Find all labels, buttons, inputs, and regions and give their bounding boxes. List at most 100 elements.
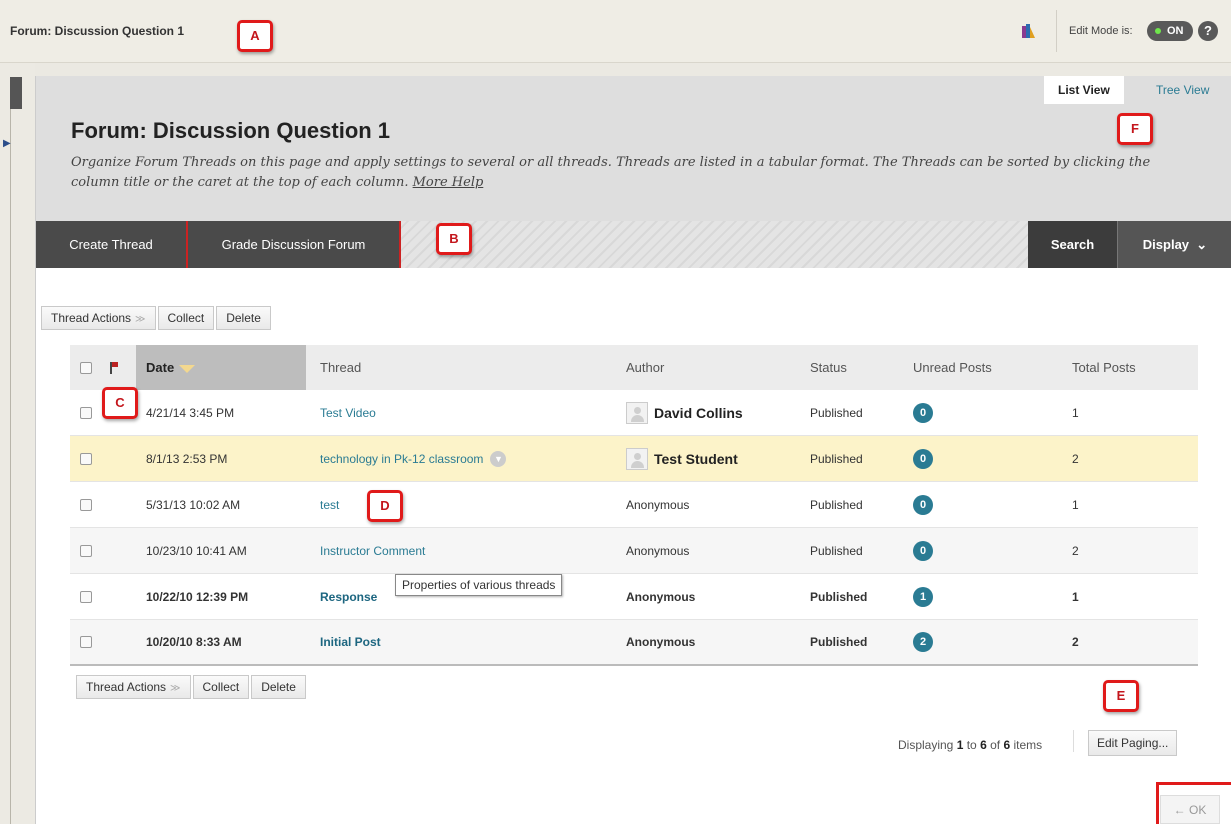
unread-count-badge[interactable]: 0 xyxy=(913,494,933,515)
row-status: Published xyxy=(810,405,863,420)
row-total-posts: 2 xyxy=(1072,635,1079,649)
callout-marker-b: B xyxy=(436,223,472,255)
thread-link[interactable]: Response xyxy=(320,574,377,619)
paging-of-word: of xyxy=(986,738,1004,752)
thread-link[interactable]: Initial Post xyxy=(320,620,381,664)
thread-link[interactable]: technology in Pk-12 classroom xyxy=(320,452,483,466)
row-checkbox[interactable] xyxy=(80,590,92,603)
top-bar: Forum: Discussion Question 1 Edit Mode i… xyxy=(0,0,1231,63)
delete-button[interactable]: Delete xyxy=(216,306,271,330)
chevron-down-icon: ≫ xyxy=(170,683,181,694)
row-status: Published xyxy=(810,635,868,649)
row-status: Published xyxy=(810,589,868,604)
table-row: 10/22/10 12:39 PM Response Anonymous Pub… xyxy=(70,574,1198,620)
row-status: Published xyxy=(810,497,863,512)
tab-tree-view[interactable]: Tree View xyxy=(1142,76,1223,104)
unread-count-badge[interactable]: 0 xyxy=(913,402,933,423)
edit-mode-toggle[interactable]: ON xyxy=(1147,21,1193,41)
row-date: 10/22/10 12:39 PM xyxy=(146,589,249,604)
table-row: 8/1/13 2:53 PM technology in Pk-12 class… xyxy=(70,436,1198,482)
delete-button[interactable]: Delete xyxy=(251,675,306,699)
row-checkbox[interactable] xyxy=(80,636,92,648)
column-author[interactable]: Author xyxy=(626,345,664,390)
menu-collapse-handle[interactable] xyxy=(10,77,22,109)
sort-caret-icon[interactable] xyxy=(179,364,196,373)
row-total-posts: 1 xyxy=(1072,497,1079,512)
row-total-posts: 1 xyxy=(1072,589,1079,604)
chevron-down-icon: ≫ xyxy=(135,314,146,325)
row-checkbox[interactable] xyxy=(80,406,92,419)
row-checkbox[interactable] xyxy=(80,544,92,557)
row-author: Anonymous xyxy=(626,543,690,558)
column-thread[interactable]: Thread xyxy=(320,345,361,390)
row-checkbox[interactable] xyxy=(80,452,92,465)
row-author: Test Student xyxy=(626,436,738,481)
status-dot-icon xyxy=(1155,28,1161,34)
row-checkbox[interactable] xyxy=(80,498,92,511)
paging-suffix: items xyxy=(1010,738,1043,752)
row-total-posts: 1 xyxy=(1072,405,1079,420)
rail-divider xyxy=(10,109,11,824)
display-menu-button[interactable]: Display ⌄ xyxy=(1118,221,1231,268)
ok-button[interactable]: ← OK xyxy=(1160,795,1220,824)
search-button[interactable]: Search xyxy=(1028,221,1118,268)
unread-count-badge[interactable]: 2 xyxy=(913,632,933,652)
column-date-label: Date xyxy=(146,360,175,375)
callout-marker-f: F xyxy=(1117,113,1153,145)
table-row: 5/31/13 10:02 AM test Anonymous Publishe… xyxy=(70,482,1198,528)
tooltip: Properties of various threads xyxy=(395,574,563,596)
grade-forum-button[interactable]: Grade Discussion Forum xyxy=(188,221,401,268)
column-total-posts[interactable]: Total Posts xyxy=(1072,345,1136,390)
thread-link[interactable]: Test Video xyxy=(320,390,376,435)
page-header: List View Tree View Forum: Discussion Qu… xyxy=(36,76,1231,221)
help-icon[interactable]: ? xyxy=(1198,21,1218,41)
author-name: Test Student xyxy=(654,450,738,467)
row-author: Anonymous xyxy=(626,635,696,649)
select-all-checkbox[interactable] xyxy=(80,361,92,374)
divider xyxy=(1073,730,1074,752)
chevron-down-icon[interactable]: ▼ xyxy=(490,450,507,467)
paging-prefix: Displaying xyxy=(898,738,957,752)
tab-list-view[interactable]: List View xyxy=(1044,76,1124,104)
create-thread-button[interactable]: Create Thread xyxy=(36,221,188,268)
table-row: 10/20/10 8:33 AM Initial Post Anonymous … xyxy=(70,620,1198,666)
column-status[interactable]: Status xyxy=(810,345,847,390)
unread-count-badge[interactable]: 0 xyxy=(913,540,933,561)
page-description: Organize Forum Threads on this page and … xyxy=(71,153,1191,193)
thread-tools-bottom: Thread Actions ≫ Collect Delete xyxy=(76,675,308,699)
thread-tools-top: Thread Actions ≫ Collect Delete xyxy=(41,306,273,330)
callout-marker-e: E xyxy=(1103,680,1139,712)
column-date[interactable]: Date xyxy=(146,345,196,390)
arrow-right-icon[interactable]: ▶ xyxy=(3,138,11,149)
table-header: Date Thread Author Status Unread Posts T… xyxy=(70,345,1198,390)
more-help-link[interactable]: More Help xyxy=(413,175,484,190)
thread-actions-button[interactable]: Thread Actions ≫ xyxy=(76,675,191,699)
table-row: 10/23/10 10:41 AM Instructor Comment Ano… xyxy=(70,528,1198,574)
collect-button[interactable]: Collect xyxy=(192,675,250,699)
row-date: 10/20/10 8:33 AM xyxy=(146,635,242,649)
row-date: 5/31/13 10:02 AM xyxy=(146,497,241,512)
flag-icon[interactable] xyxy=(110,361,118,374)
color-palette-icon[interactable] xyxy=(1020,23,1036,39)
paging-to-word: to xyxy=(963,738,981,752)
row-author: Anonymous xyxy=(626,589,696,604)
thread-actions-button[interactable]: Thread Actions ≫ xyxy=(41,306,156,330)
action-bar: Create Thread Grade Discussion Forum Sea… xyxy=(36,221,1231,268)
row-author: Anonymous xyxy=(626,497,690,512)
course-menu-rail: ▶ xyxy=(0,63,35,824)
edit-paging-button[interactable]: Edit Paging... xyxy=(1088,730,1178,756)
callout-marker-a: A xyxy=(237,20,273,52)
row-date: 10/23/10 10:41 AM xyxy=(146,543,247,558)
thread-actions-label: Thread Actions xyxy=(86,680,167,694)
column-unread-posts[interactable]: Unread Posts xyxy=(913,345,992,390)
row-date: 4/21/14 3:45 PM xyxy=(146,405,235,420)
thread-link[interactable]: Instructor Comment xyxy=(320,528,425,573)
unread-count-badge[interactable]: 0 xyxy=(913,448,933,469)
collect-button[interactable]: Collect xyxy=(157,306,215,330)
description-text: Organize Forum Threads on this page and … xyxy=(71,155,1151,190)
callout-marker-c: C xyxy=(102,387,138,419)
breadcrumb[interactable]: Forum: Discussion Question 1 xyxy=(10,24,184,38)
thread-actions-label: Thread Actions xyxy=(51,311,132,325)
thread-link[interactable]: test xyxy=(320,482,339,527)
unread-count-badge[interactable]: 1 xyxy=(913,586,933,607)
